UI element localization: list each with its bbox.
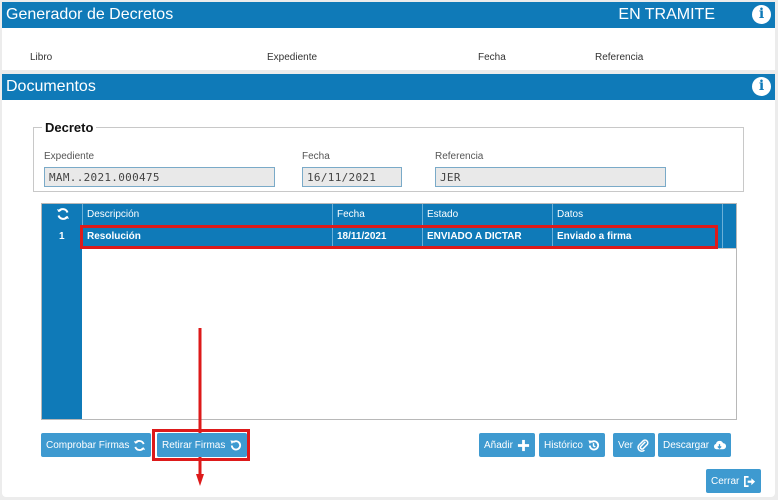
ver-button[interactable]: Ver: [613, 433, 656, 457]
row-highlight-box: [80, 225, 718, 249]
expediente-label: Expediente: [44, 151, 95, 162]
header-fecha[interactable]: Fecha: [337, 209, 365, 220]
ver-label: Ver: [618, 439, 634, 451]
documents-titlebar: Documentos i: [2, 74, 775, 100]
anadir-label: Añadir: [484, 439, 513, 451]
sign-out-icon: [744, 475, 756, 487]
comprobar-firmas-label: Comprobar Firmas: [46, 439, 130, 451]
label-fecha: Fecha: [478, 52, 506, 62]
row-number: 1: [59, 231, 65, 242]
retirar-highlight-box: [152, 429, 250, 461]
decree-generator-titlebar: Generador de Decretos EN TRAMITE i: [2, 2, 775, 28]
paperclip-icon: [637, 438, 649, 452]
fecha-field[interactable]: 16/11/2021: [302, 167, 402, 187]
red-arrow-annotation: [196, 328, 204, 486]
descargar-label: Descargar: [663, 439, 710, 451]
decreto-legend: Decreto: [45, 120, 94, 135]
cerrar-button[interactable]: Cerrar: [706, 469, 762, 493]
historico-button[interactable]: Histórico: [539, 433, 605, 457]
anadir-button[interactable]: Añadir: [479, 433, 535, 457]
label-referencia: Referencia: [595, 52, 644, 62]
header-descripcion[interactable]: Descripción: [87, 209, 139, 220]
documents-title: Documentos: [6, 78, 96, 95]
label-libro: Libro: [30, 52, 53, 62]
cloud-download-icon: [714, 440, 727, 449]
grid-header: Descripción Fecha Estado Datos: [42, 204, 736, 226]
cut-field-labels: Libro Expediente Fecha Referencia: [2, 50, 775, 62]
plus-icon: [517, 439, 529, 451]
documents-panel: Documentos i Decreto Expediente MAM..202…: [2, 74, 775, 497]
comprobar-firmas-button[interactable]: Comprobar Firmas: [41, 433, 152, 457]
info-icon[interactable]: i: [752, 77, 771, 96]
referencia-field[interactable]: JER: [435, 167, 666, 187]
decreto-fieldset: Decreto Expediente MAM..2021.000475 Fech…: [33, 120, 744, 192]
header-estado[interactable]: Estado: [427, 209, 458, 220]
label-expediente: Expediente: [267, 52, 318, 62]
fecha-label: Fecha: [302, 151, 330, 162]
cerrar-label: Cerrar: [711, 475, 740, 487]
refresh-icon: [134, 439, 146, 451]
historico-label: Histórico: [544, 439, 583, 451]
referencia-label: Referencia: [435, 151, 484, 162]
panel-title: Generador de Decretos: [6, 6, 174, 23]
decree-generator-panel: Generador de Decretos EN TRAMITE i Libro…: [2, 2, 775, 70]
documents-grid: Descripción Fecha Estado Datos 1 Resoluc…: [41, 203, 737, 420]
status-label: EN TRAMITE: [618, 6, 715, 23]
expediente-field[interactable]: MAM..2021.000475: [44, 167, 275, 187]
history-icon: [588, 439, 599, 450]
refresh-icon[interactable]: [56, 207, 70, 221]
descargar-button[interactable]: Descargar: [658, 433, 732, 457]
header-datos[interactable]: Datos: [557, 209, 583, 220]
info-icon[interactable]: i: [752, 5, 771, 24]
